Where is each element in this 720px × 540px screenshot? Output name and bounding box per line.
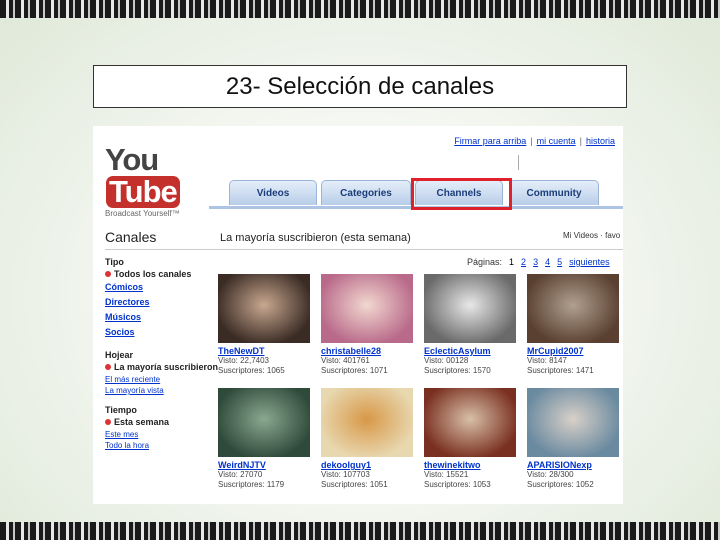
youtube-screenshot: YouTube Broadcast Yourself™ Firmar para … [93,126,623,504]
channel-subscribers: Suscriptores: 1179 [218,480,285,489]
sidebar-item-most-viewed[interactable]: La mayoría vista [105,386,217,397]
slide-title: 23- Selección de canales [93,65,627,108]
heading-divider [105,249,623,250]
channel-subscribers: Suscriptores: 1051 [321,480,388,489]
channel-name-link[interactable]: WeirdNJTV [218,460,313,470]
tab-videos[interactable]: Videos [229,180,317,205]
channel-name-link[interactable]: TheNewDT [218,346,313,356]
tab-community[interactable]: Community [509,180,599,205]
channel-subscribers: Suscriptores: 1052 [527,480,594,489]
channel-thumbnail[interactable] [218,274,310,343]
sidebar-item-all-time[interactable]: Todo la hora [105,441,217,452]
channel-name-link[interactable]: APARISIONexp [527,460,622,470]
search-area[interactable] [518,155,616,170]
sidebar: Tipo Todos los canales Cómicos Directore… [105,257,219,452]
page-4-link[interactable]: 4 [545,257,550,267]
channel-thumbnail[interactable] [527,274,619,343]
channel-name-link[interactable]: thewinekitwo [424,460,519,470]
sidebar-heading-hojear: Hojear [105,350,134,360]
channel-card: WeirdNJTV Visto: 27070 Suscriptores: 117… [218,388,313,490]
tab-bar-line [209,206,623,209]
channel-card: dekoolguy1 Visto: 107703 Suscriptores: 1… [321,388,416,490]
my-account-link[interactable]: mi cuenta [537,136,576,146]
list-heading: La mayoría suscribieron (esta semana) [220,232,411,244]
channel-subscribers: Suscriptores: 1053 [424,480,491,489]
bottom-filmstrip [0,522,720,540]
history-link[interactable]: historia [586,136,615,146]
channel-card: EclecticAsylum Visto: 00128 Suscriptores… [424,274,519,376]
page-2-link[interactable]: 2 [521,257,526,267]
channel-name-link[interactable]: EclecticAsylum [424,346,519,356]
selected-dot-icon [105,271,111,277]
sidebar-item-partners[interactable]: Socios [105,327,217,342]
channel-subscribers: Suscriptores: 1471 [527,366,594,375]
page-3-link[interactable]: 3 [533,257,538,267]
sidebar-item-label: Todos los canales [114,269,192,279]
selected-dot-icon [105,364,111,370]
pagination: Páginas: 1 2 3 4 5 siguientes [467,257,610,267]
channel-views: Visto: 8147 [527,356,567,365]
channel-card: christabelle28 Visto: 401761 Suscriptore… [321,274,416,376]
channel-views: Visto: 00128 [424,356,469,365]
logo-tagline: Broadcast Yourself™ [105,209,180,218]
page-5-link[interactable]: 5 [557,257,562,267]
channel-thumbnail[interactable] [424,388,516,457]
page-1-link[interactable]: 1 [509,257,514,267]
logo-tube-text: Tube [106,176,180,208]
channel-thumbnail[interactable] [218,388,310,457]
sidebar-item-this-week[interactable]: Esta semana [105,417,217,430]
tab-categories[interactable]: Categories [321,180,411,205]
channel-name-link[interactable]: dekoolguy1 [321,460,416,470]
youtube-logo[interactable]: YouTube Broadcast Yourself™ [105,144,197,218]
sidebar-item-most-recent[interactable]: El más reciente [105,375,217,386]
channel-subscribers: Suscriptores: 1065 [218,366,285,375]
sidebar-item-label: La mayoría suscribieron [114,362,219,372]
sidebar-heading-tiempo: Tiempo [105,405,137,415]
sidebar-heading-tipo: Tipo [105,257,124,267]
pagination-label: Páginas: [467,257,503,267]
page-heading: Canales [105,229,157,245]
logo-you-text: You [105,142,159,177]
channel-thumbnail[interactable] [527,388,619,457]
tab-channels[interactable]: Channels [415,180,503,205]
sidebar-item-most-subscribed[interactable]: La mayoría suscribieron [105,362,219,375]
signup-link[interactable]: Firmar para arriba [454,136,526,146]
sidebar-item-comedians[interactable]: Cómicos [105,282,217,297]
channel-thumbnail[interactable] [321,274,413,343]
sidebar-item-directors[interactable]: Directores [105,297,217,312]
channel-views: Visto: 22,7403 [218,356,270,365]
channel-card: TheNewDT Visto: 22,7403 Suscriptores: 10… [218,274,313,376]
channel-card: MrCupid2007 Visto: 8147 Suscriptores: 14… [527,274,622,376]
channel-thumbnail[interactable] [321,388,413,457]
channel-subscribers: Suscriptores: 1071 [321,366,388,375]
channel-views: Visto: 28/300 [527,470,574,479]
sidebar-item-musicians[interactable]: Músicos [105,312,217,327]
channel-name-link[interactable]: MrCupid2007 [527,346,622,356]
channel-views: Visto: 107703 [321,470,370,479]
channel-thumbnail[interactable] [424,274,516,343]
sidebar-item-label: Esta semana [114,417,170,427]
channel-views: Visto: 401761 [321,356,370,365]
top-filmstrip [0,0,720,18]
next-page-link[interactable]: siguientes [569,257,610,267]
channel-card: APARISIONexp Visto: 28/300 Suscriptores:… [527,388,622,490]
selected-dot-icon [105,419,111,425]
channel-views: Visto: 15521 [424,470,469,479]
my-videos-link[interactable]: Mi Videos · favo [563,231,620,240]
channel-card: thewinekitwo Visto: 15521 Suscriptores: … [424,388,519,490]
channel-subscribers: Suscriptores: 1570 [424,366,491,375]
sidebar-item-all-channels[interactable]: Todos los canales [105,269,217,282]
channel-name-link[interactable]: christabelle28 [321,346,416,356]
sidebar-item-this-month[interactable]: Este mes [105,430,217,441]
top-links: Firmar para arriba | mi cuenta | historia [454,136,615,146]
channel-views: Visto: 27070 [218,470,263,479]
